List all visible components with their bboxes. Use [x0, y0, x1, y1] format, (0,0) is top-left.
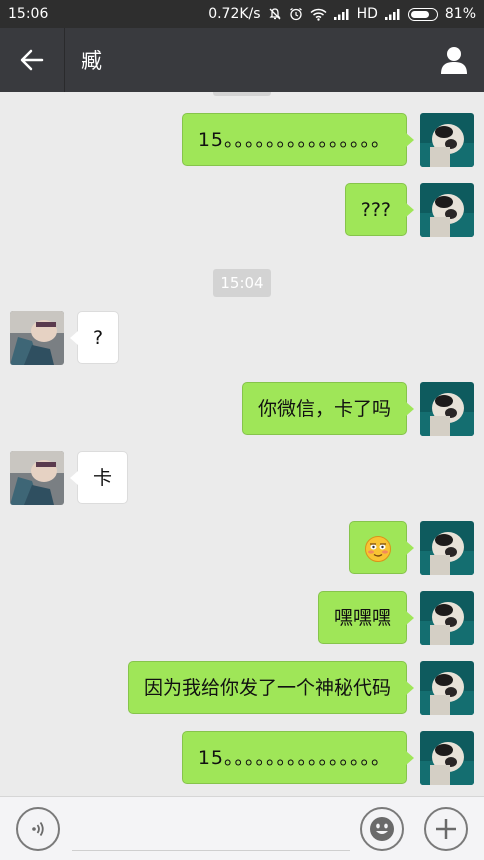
message-row: ??? — [0, 183, 484, 237]
battery-percent: 81% — [444, 6, 476, 22]
emoji-button[interactable] — [360, 807, 404, 851]
message-row — [0, 521, 484, 575]
more-options-button[interactable] — [424, 807, 468, 851]
status-time: 15:06 — [8, 6, 49, 22]
time-pill-partial — [213, 92, 271, 96]
message-bubble-outgoing[interactable] — [349, 521, 414, 574]
avatar-self[interactable] — [420, 521, 474, 575]
message-row: 15。。。。。。。。。。。。。。。 — [0, 731, 484, 785]
network-type: HD — [356, 6, 378, 22]
plus-icon — [436, 819, 456, 839]
back-arrow-icon — [20, 49, 44, 71]
status-icons: 0.72K/s HD 81% — [208, 6, 476, 22]
avatar-self[interactable] — [420, 183, 474, 237]
avatar-contact[interactable] — [10, 311, 64, 365]
message-row: 15。。。。。。。。。。。。。。。 — [0, 113, 484, 167]
mute-icon — [268, 7, 282, 21]
message-bubble-outgoing[interactable]: 15。。。。。。。。。。。。。。。 — [181, 731, 415, 784]
avatar-contact[interactable] — [10, 451, 64, 505]
avatar-self[interactable] — [420, 113, 474, 167]
message-bubble-incoming[interactable]: 卡 — [69, 451, 129, 504]
message-bubble-outgoing[interactable]: 15。。。。。。。。。。。。。。。 — [181, 113, 415, 166]
input-bar — [0, 796, 484, 860]
status-bar: 15:06 0.72K/s HD 81% — [0, 0, 484, 28]
message-row: 你微信，卡了吗 — [0, 382, 484, 436]
smiley-icon — [370, 817, 394, 841]
alarm-icon — [289, 7, 303, 21]
avatar-self[interactable] — [420, 661, 474, 715]
person-icon — [441, 47, 467, 74]
message-bubble-outgoing[interactable]: 嘿嘿嘿 — [317, 591, 415, 644]
signal-icon-2 — [384, 8, 401, 20]
message-row: ? — [0, 311, 484, 365]
voice-icon — [32, 821, 44, 837]
message-row: 因为我给你发了一个神秘代码 — [0, 661, 484, 715]
avatar-self[interactable] — [420, 591, 474, 645]
message-row: 卡 — [0, 451, 484, 505]
message-bubble-incoming[interactable]: ? — [69, 311, 120, 364]
blush-emoji-icon — [365, 535, 391, 562]
avatar-self[interactable] — [420, 731, 474, 785]
message-bubble-outgoing[interactable]: ??? — [344, 183, 415, 236]
network-speed: 0.72K/s — [208, 6, 261, 22]
chat-area[interactable]: 15。。。。。。。。。。。。。。。 ??? 15:04 ? 你微信，卡了吗 卡 — [0, 92, 484, 796]
battery-icon — [407, 7, 438, 21]
message-input[interactable] — [72, 817, 350, 851]
message-row: 嘿嘿嘿 — [0, 591, 484, 645]
signal-icon — [333, 8, 350, 20]
avatar-self[interactable] — [420, 382, 474, 436]
back-button[interactable] — [0, 28, 65, 92]
timestamp: 15:04 — [213, 269, 271, 297]
message-bubble-outgoing[interactable]: 因为我给你发了一个神秘代码 — [127, 661, 415, 714]
chat-info-button[interactable] — [424, 28, 484, 92]
wifi-icon — [310, 8, 327, 21]
chat-title: 臧 — [81, 49, 102, 73]
title-bar: 臧 — [0, 28, 484, 92]
message-bubble-outgoing[interactable]: 你微信，卡了吗 — [241, 382, 415, 435]
voice-input-button[interactable] — [16, 807, 60, 851]
